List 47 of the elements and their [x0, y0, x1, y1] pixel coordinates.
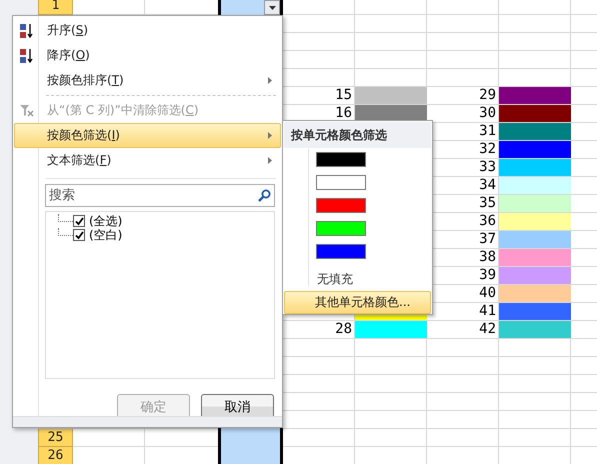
table-cell-text: 40 [478, 285, 497, 302]
table-cell-text: 33 [478, 159, 497, 176]
table-cell-text: 41 [478, 303, 497, 320]
table-cell-text: 39 [478, 267, 497, 284]
table-cell-text: 37 [478, 231, 497, 248]
sort-ascending-icon [19, 22, 35, 38]
menu-item[interactable]: 降序(O) [14, 43, 281, 68]
search-field[interactable]: 搜索 [45, 184, 275, 207]
table-cell-text: 34 [478, 177, 497, 194]
caret-icon [268, 6, 276, 10]
clear-filter-icon [20, 104, 34, 116]
checkbox-label: (全选) [89, 212, 122, 229]
row-header[interactable]: 25 [38, 429, 73, 447]
table-cell-text: 36 [478, 213, 497, 230]
color-swatch[interactable] [316, 244, 366, 259]
table-cell-text: 38 [478, 249, 497, 266]
menu-item[interactable]: 按颜色筛选(I) [14, 123, 281, 148]
menu-item[interactable]: 按颜色排序(T) [14, 68, 281, 93]
checkbox-label: (空白) [89, 227, 122, 244]
filter-dropdown-button[interactable] [264, 0, 280, 15]
table-cell-text: 35 [478, 195, 497, 212]
checkbox[interactable] [73, 229, 85, 241]
menu-item[interactable]: 文本筛选(F) [14, 148, 281, 173]
submenu-arrow-icon [268, 157, 272, 164]
submenu-arrow-icon [268, 77, 272, 84]
table-cell-text: 31 [478, 123, 497, 140]
menu-item[interactable]: 无填充 [317, 269, 353, 289]
table-cell-text: 32 [478, 141, 497, 158]
color-swatch[interactable] [316, 152, 366, 167]
table-cell-text: 29 [478, 87, 497, 104]
checkbox[interactable] [73, 215, 85, 227]
table-cell-text: 42 [478, 321, 497, 338]
table-cell-text: 15 [334, 87, 353, 104]
search-icon [258, 189, 271, 202]
submenu-title: 按单元格颜色筛选 [284, 122, 431, 148]
row-header[interactable]: 26 [38, 447, 73, 464]
sort-descending-icon [19, 48, 35, 64]
color-swatch[interactable] [316, 175, 366, 190]
submenu-arrow-icon [268, 132, 272, 139]
resize-grip[interactable] [13, 416, 282, 427]
color-swatch[interactable] [316, 198, 366, 213]
table-cell-text: 16 [334, 105, 353, 122]
color-swatch[interactable] [316, 221, 366, 236]
table-cell-text: 30 [478, 105, 497, 122]
menu-item[interactable]: 升序(S) [14, 18, 281, 43]
table-cell-text: 28 [334, 321, 353, 338]
menu-item[interactable]: 其他单元格颜色... [284, 291, 431, 314]
